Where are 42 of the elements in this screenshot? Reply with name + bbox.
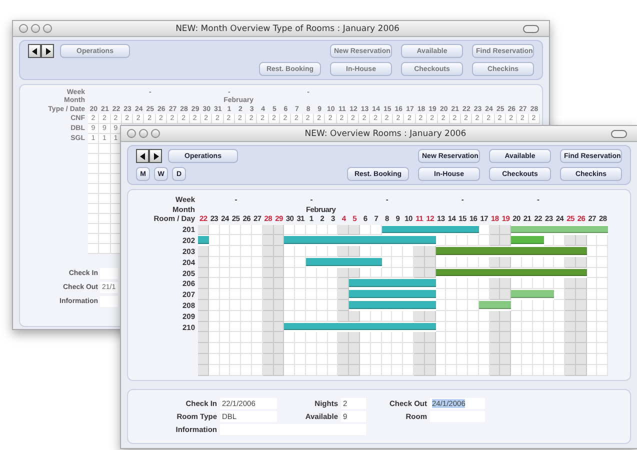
booked-cell[interactable] [436, 246, 446, 257]
window-title: NEW: Month Overview Type of Rooms : January 2006 [174, 24, 400, 34]
previous-button[interactable] [28, 44, 41, 58]
right-triangle-icon [152, 152, 158, 160]
booked-cell[interactable] [424, 278, 436, 290]
left-triangle-icon [140, 152, 146, 160]
left-triangle-icon [32, 48, 38, 54]
booked-cell[interactable] [500, 300, 512, 311]
booked-cell[interactable] [468, 224, 479, 236]
booked-cell[interactable] [511, 235, 522, 246]
right-triangle-icon [44, 48, 50, 54]
booked-cell[interactable] [478, 300, 490, 311]
window-title: NEW: Overview Rooms : January 2006 [304, 128, 468, 138]
booked-cell[interactable] [532, 235, 544, 246]
minimize-button[interactable] [139, 129, 148, 138]
toolbar-toggle-button[interactable] [611, 130, 627, 138]
booked-cell[interactable] [382, 224, 392, 236]
next-button[interactable] [149, 149, 162, 163]
close-button[interactable] [19, 24, 28, 33]
booked-cell[interactable] [424, 300, 436, 311]
booked-cell[interactable] [576, 246, 587, 257]
booked-cell[interactable] [544, 289, 554, 300]
previous-button[interactable] [136, 149, 149, 163]
booked-cell[interactable] [424, 289, 436, 300]
booked-cell[interactable] [597, 224, 608, 236]
next-button[interactable] [41, 44, 54, 58]
close-button[interactable] [127, 129, 136, 138]
booked-cell[interactable] [198, 235, 209, 246]
booked-cell[interactable] [284, 235, 296, 246]
booked-cell[interactable] [511, 289, 522, 300]
minimize-button[interactable] [31, 24, 40, 33]
booked-cell[interactable] [349, 300, 360, 311]
booked-cell[interactable] [424, 235, 436, 246]
toolbar-toggle-button[interactable] [523, 24, 539, 32]
text-field[interactable] [100, 296, 118, 306]
booked-cell[interactable] [284, 322, 296, 332]
zoom-button[interactable] [43, 24, 52, 33]
booked-cell[interactable] [349, 289, 360, 300]
zoom-button[interactable] [151, 129, 160, 138]
booked-cell[interactable] [511, 224, 522, 236]
booked-cell[interactable] [349, 278, 360, 290]
text-field[interactable] [100, 268, 118, 278]
